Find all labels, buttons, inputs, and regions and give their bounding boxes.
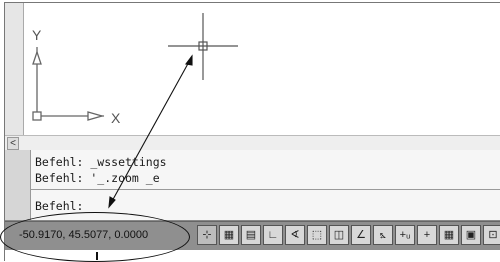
ucs-y-label: Y [32, 27, 42, 43]
arrow-head-top-icon [185, 54, 193, 66]
crosshair-cursor-icon [168, 13, 238, 80]
ucs-y-arrow-icon [32, 49, 42, 65]
callout-pointer [96, 252, 98, 260]
ucs-x-arrow-icon [87, 111, 105, 121]
ucs-origin-icon [32, 111, 42, 121]
ucs-icon [32, 47, 105, 121]
drawing-overlay: Y X [32, 13, 238, 209]
ucs-x-label: X [111, 110, 121, 126]
annotation-double-arrow [108, 54, 193, 209]
